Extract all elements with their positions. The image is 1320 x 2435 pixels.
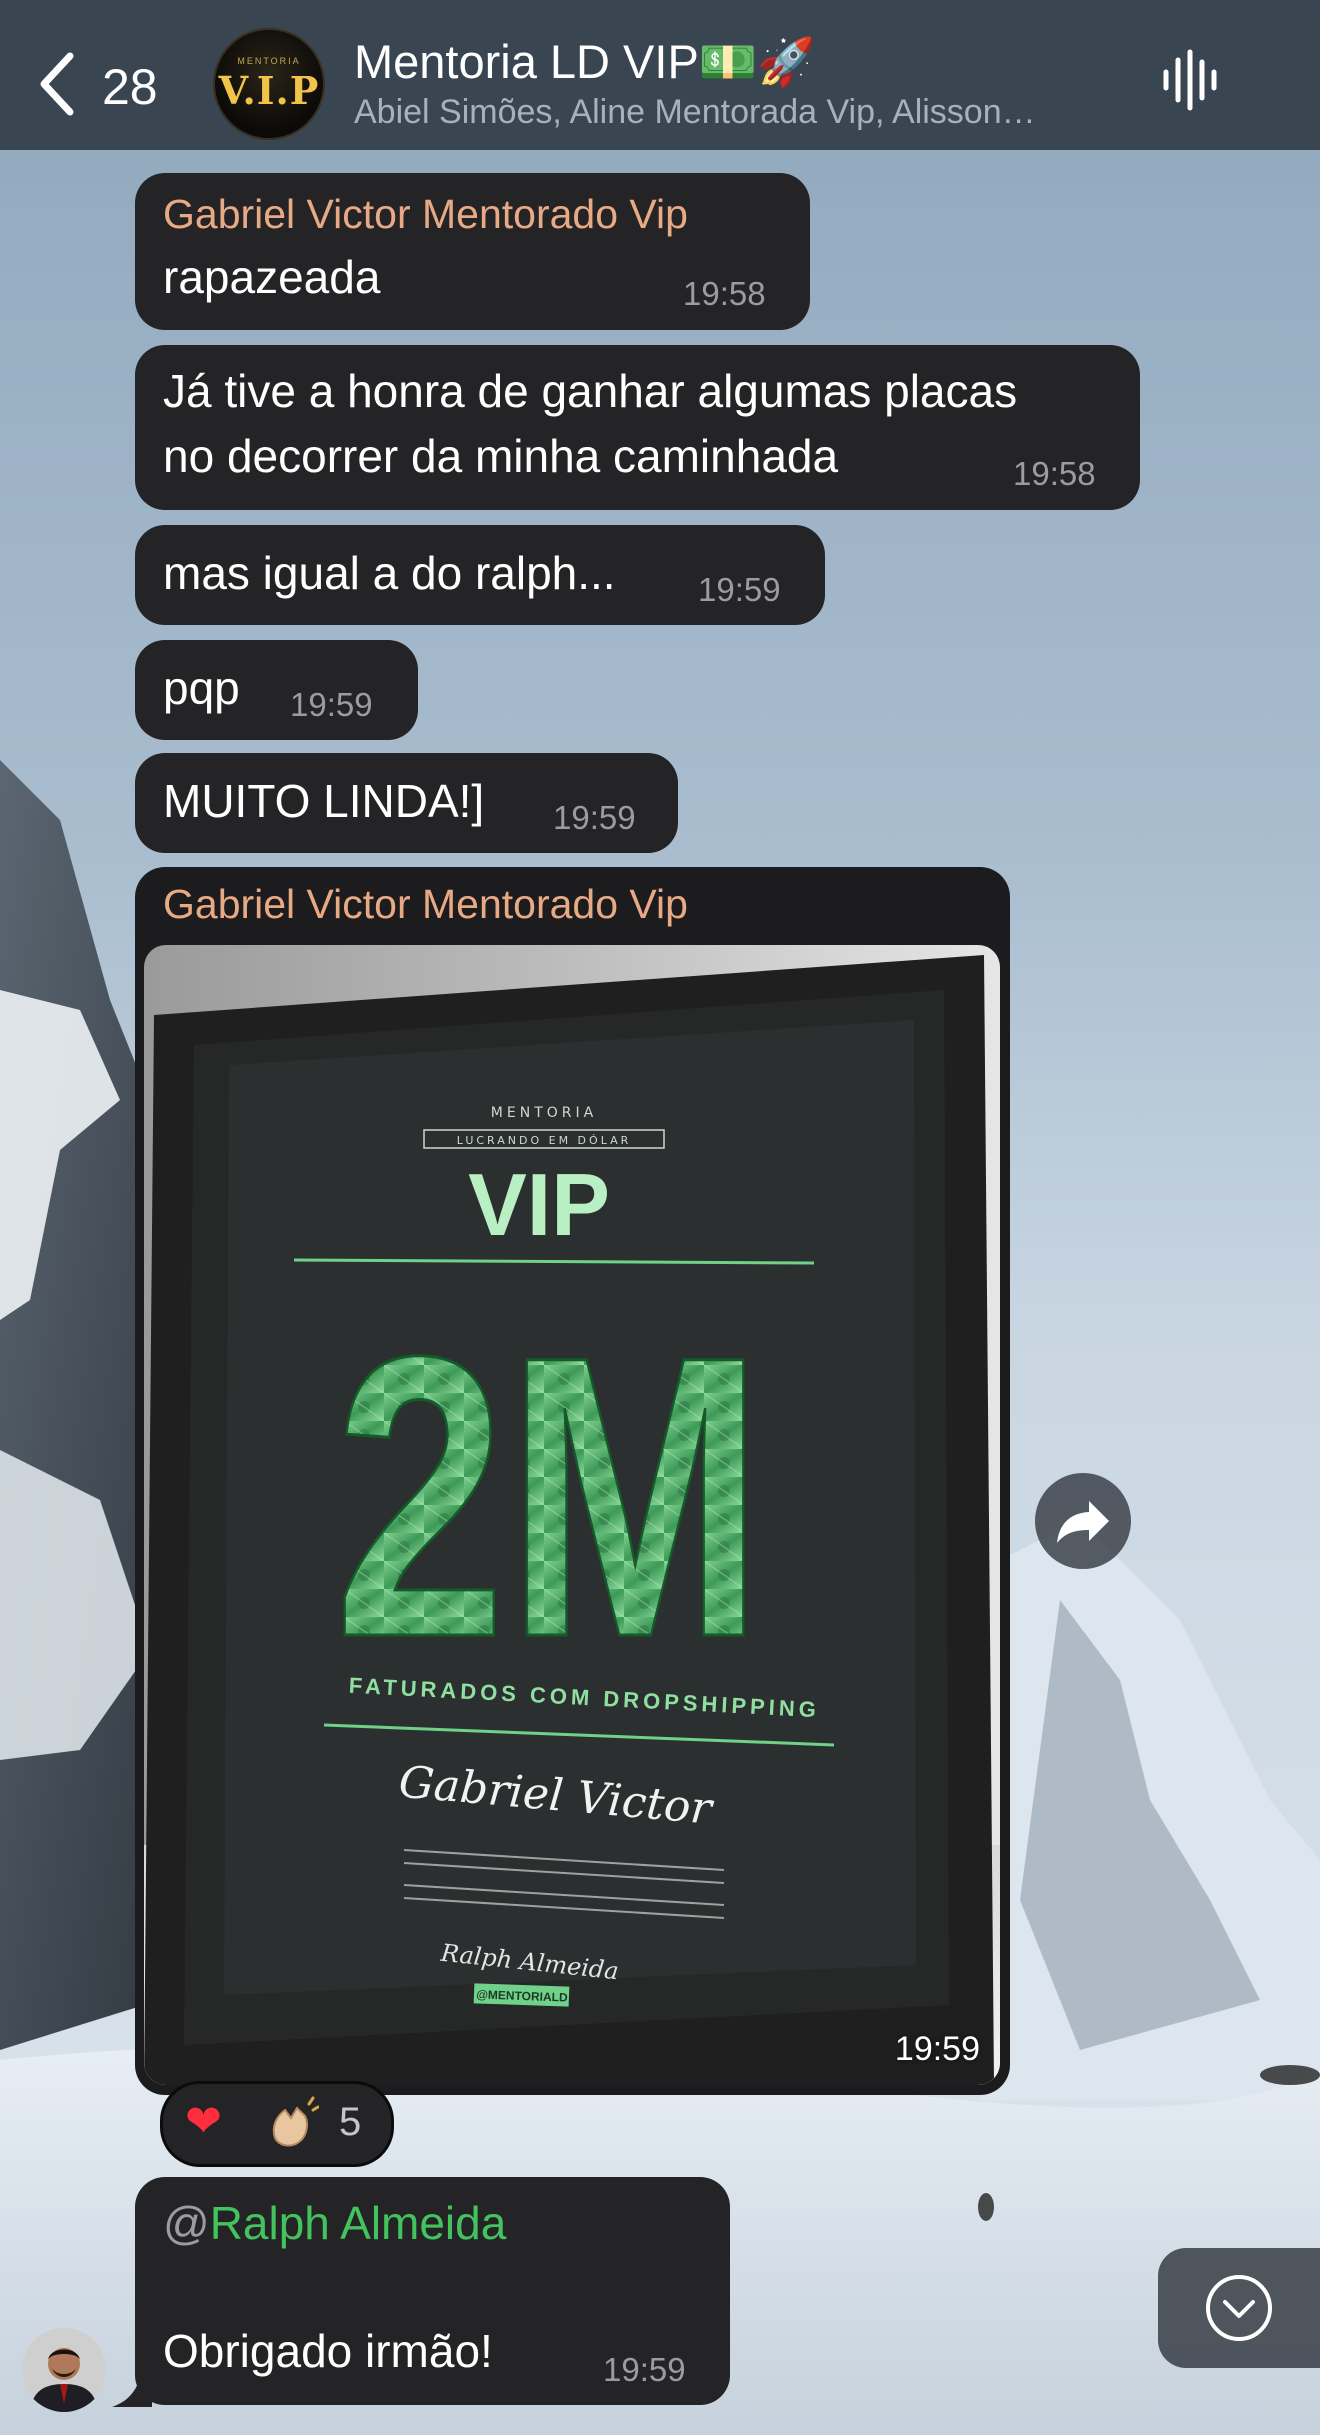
message-text: rapazeada: [163, 251, 381, 303]
message-text: MUITO LINDA!]: [163, 775, 485, 827]
avatar-vip-text: V.I.P: [218, 68, 320, 113]
plaque-big-number: 2M: [334, 1273, 764, 1720]
group-avatar[interactable]: MENTORIA V.I.P: [213, 28, 325, 140]
photo-time: 19:59: [894, 2030, 980, 2068]
message-time: 19:58: [683, 275, 766, 312]
message-bubble[interactable]: @Ralph Almeida Obrigado irmão! 19:59: [135, 2177, 730, 2405]
mention-at: @: [163, 2197, 210, 2249]
plaque-image: MENTORIA LUCRANDO EM DÓLAR VIP 2M FATURA…: [144, 945, 1000, 2085]
message-bubble[interactable]: pqp 19:59: [135, 640, 418, 740]
avatar-small-text: MENTORIA: [237, 56, 301, 66]
plaque-photo[interactable]: MENTORIA LUCRANDO EM DÓLAR VIP 2M FATURA…: [144, 945, 1000, 2085]
bubble-tail: [112, 2367, 152, 2407]
message-text-line: Já tive a honra de ganhar algumas placas: [163, 365, 1018, 417]
message-bubble[interactable]: MUITO LINDA!] 19:59: [135, 753, 678, 853]
group-title[interactable]: Mentoria LD VIP💵🚀: [354, 34, 816, 90]
user-avatar[interactable]: [22, 2328, 106, 2412]
message-bubble[interactable]: Já tive a honra de ganhar algumas placas…: [135, 345, 1140, 510]
message-text: mas igual a do ralph...: [163, 547, 616, 599]
mention-name[interactable]: Ralph Almeida: [210, 2197, 507, 2249]
plaque-vip: VIP: [468, 1155, 610, 1254]
message-time: 19:59: [290, 686, 373, 723]
back-button[interactable]: 28: [30, 48, 190, 118]
unread-count: 28: [102, 59, 158, 115]
message-time: 19:59: [698, 571, 781, 608]
message-bubble[interactable]: mas igual a do ralph... 19:59: [135, 525, 825, 625]
heart-icon[interactable]: ❤: [185, 2096, 222, 2147]
reaction-count: 5: [339, 2100, 362, 2144]
group-members[interactable]: Abiel Simões, Aline Mentorada Vip, Aliss…: [354, 93, 1114, 132]
message-time: 19:59: [553, 799, 636, 836]
voice-chat-button[interactable]: [1160, 48, 1230, 118]
reactions-bar[interactable]: ❤ 5: [160, 2081, 394, 2167]
photo-message-bubble[interactable]: Gabriel Victor Mentorado Vip MENTORIA LU…: [135, 867, 1010, 2095]
sender-name[interactable]: Gabriel Victor Mentorado Vip: [163, 881, 688, 928]
message-time: 19:59: [603, 2351, 686, 2388]
message-bubble[interactable]: Gabriel Victor Mentorado Vip rapazeada 1…: [135, 173, 810, 330]
chevron-down-circle-icon: [1206, 2275, 1272, 2341]
mention[interactable]: @Ralph Almeida: [163, 2191, 506, 2256]
chevron-left-icon: [40, 52, 74, 116]
chat-header: 28 MENTORIA V.I.P Mentoria LD VIP💵🚀 Abie…: [0, 0, 1320, 150]
waveform-icon: [1163, 49, 1217, 111]
message-text: Obrigado irmão!: [163, 2325, 493, 2377]
scroll-to-bottom-button[interactable]: [1158, 2248, 1320, 2368]
message-text-line: no decorrer da minha caminhada: [163, 430, 839, 482]
sender-name[interactable]: Gabriel Victor Mentorado Vip: [163, 191, 688, 238]
forward-button[interactable]: [1035, 1473, 1131, 1569]
clapping-hands-icon[interactable]: [263, 2096, 319, 2152]
message-text: pqp: [163, 662, 240, 714]
user-photo: [22, 2328, 106, 2412]
share-arrow-icon: [1057, 1501, 1109, 1543]
plaque-tagline: LUCRANDO EM DÓLAR: [457, 1134, 632, 1147]
plaque-top-text: MENTORIA: [491, 1105, 597, 1121]
message-time: 19:58: [1013, 455, 1096, 492]
